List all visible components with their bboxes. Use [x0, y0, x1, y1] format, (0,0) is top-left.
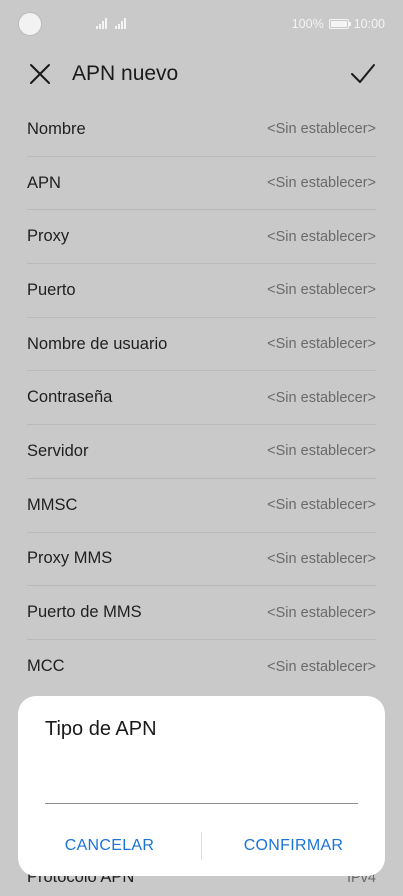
settings-row-label: Puerto	[27, 280, 76, 299]
settings-row[interactable]: Puerto <Sin establecer>	[27, 264, 376, 318]
settings-row-label: Nombre	[27, 119, 86, 138]
settings-row-value: <Sin establecer>	[267, 550, 376, 567]
settings-row[interactable]: Servidor <Sin establecer>	[27, 425, 376, 479]
settings-row[interactable]: MCC <Sin establecer>	[27, 640, 376, 694]
settings-row[interactable]: MMSC <Sin establecer>	[27, 479, 376, 533]
cancel-button[interactable]: CANCELAR	[18, 837, 201, 855]
checkmark-icon	[351, 64, 375, 83]
settings-row[interactable]: Puerto de MMS <Sin establecer>	[27, 586, 376, 640]
settings-row-label: MCC	[27, 657, 65, 676]
apn-type-dialog: Tipo de APN CANCELAR CONFIRMAR	[18, 696, 385, 876]
settings-row[interactable]: Nombre de usuario <Sin establecer>	[27, 318, 376, 372]
settings-row-label: Servidor	[27, 441, 89, 460]
settings-row[interactable]: Proxy <Sin establecer>	[27, 210, 376, 265]
settings-row-label: APN	[27, 173, 61, 192]
settings-row-value: <Sin establecer>	[267, 389, 376, 406]
dialog-title: Tipo de APN	[45, 718, 157, 740]
clock: 10:00	[353, 17, 385, 31]
signal-strength-icon	[115, 17, 126, 29]
close-icon	[30, 64, 50, 84]
page-title: APN nuevo	[72, 62, 179, 85]
settings-row[interactable]: APN <Sin establecer>	[27, 157, 376, 211]
settings-row-value: <Sin establecer>	[267, 443, 376, 460]
status-right: 100% 10:00	[292, 17, 385, 31]
signal-indicators	[96, 17, 126, 29]
battery-icon	[328, 19, 351, 29]
dialog-actions: CANCELAR CONFIRMAR	[18, 828, 385, 864]
front-camera	[18, 12, 42, 36]
confirm-button[interactable]: CONFIRMAR	[202, 837, 385, 855]
settings-row-label: Proxy	[27, 227, 70, 246]
status-bar: 100% 10:00	[0, 0, 403, 48]
settings-row-label: MMSC	[27, 495, 78, 514]
close-button[interactable]	[27, 61, 53, 87]
settings-row-label: Nombre de usuario	[27, 334, 168, 353]
apn-settings-list: Nombre <Sin establecer> APN <Sin establecer…	[27, 103, 376, 694]
settings-row-value: <Sin establecer>	[267, 282, 376, 299]
battery-percent: 100%	[291, 17, 324, 31]
apn-type-input[interactable]	[45, 760, 358, 804]
save-button[interactable]	[350, 61, 376, 87]
settings-row-value: <Sin establecer>	[267, 497, 376, 514]
signal-strength-icon	[96, 17, 107, 29]
settings-row[interactable]: Nombre <Sin establecer>	[27, 103, 376, 157]
settings-row-value: <Sin establecer>	[267, 604, 376, 621]
settings-row[interactable]: Contraseña <Sin establecer>	[27, 371, 376, 426]
settings-row-value: <Sin establecer>	[267, 336, 376, 353]
settings-row-label: Proxy MMS	[27, 549, 113, 568]
settings-row-value: <Sin establecer>	[267, 228, 376, 245]
settings-row-label: Contraseña	[27, 388, 113, 407]
settings-row-label: Puerto de MMS	[27, 603, 142, 622]
settings-row-value: <Sin establecer>	[267, 121, 376, 138]
toolbar: APN nuevo	[0, 50, 403, 96]
settings-row-value: <Sin establecer>	[267, 658, 376, 675]
settings-row-value: <Sin establecer>	[267, 175, 376, 192]
settings-row[interactable]: Proxy MMS <Sin establecer>	[27, 533, 376, 587]
